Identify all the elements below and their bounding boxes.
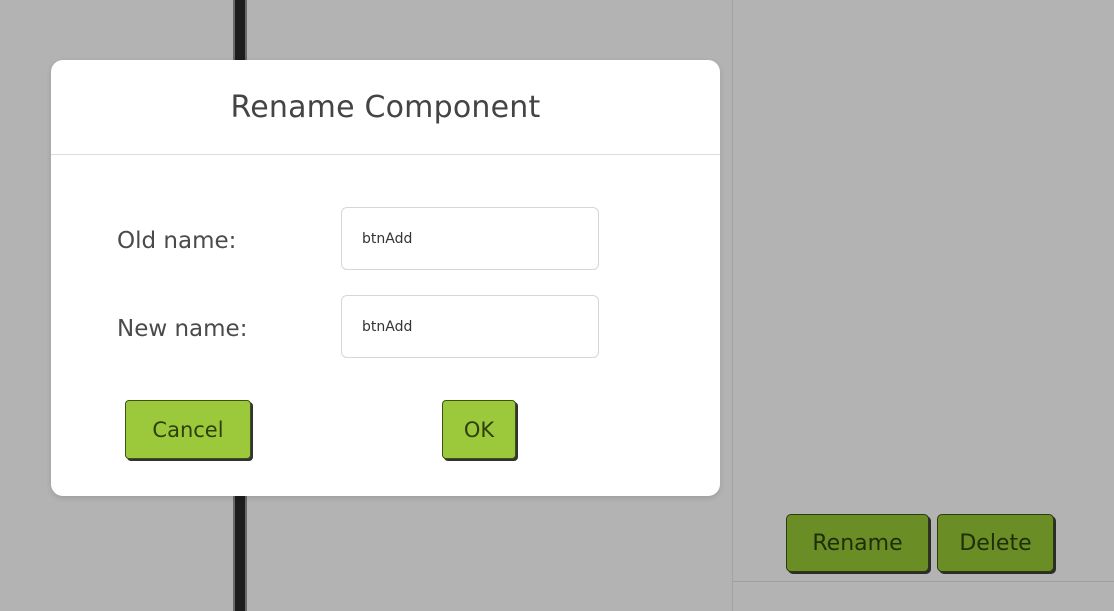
panel-bottom-divider (733, 581, 1114, 582)
rename-button[interactable]: Rename (786, 514, 929, 572)
dialog-header: Rename Component (51, 60, 720, 155)
dialog-title: Rename Component (230, 89, 541, 125)
new-name-input[interactable] (341, 295, 599, 358)
ok-button[interactable]: OK (442, 400, 516, 459)
delete-button[interactable]: Delete (937, 514, 1054, 572)
panel-divider (732, 0, 733, 611)
cancel-button[interactable]: Cancel (125, 400, 251, 459)
old-name-input[interactable] (341, 207, 599, 270)
new-name-label: New name: (117, 316, 248, 342)
rename-component-dialog: Rename Component Old name: New name: Can… (51, 60, 720, 496)
old-name-label: Old name: (117, 228, 237, 254)
